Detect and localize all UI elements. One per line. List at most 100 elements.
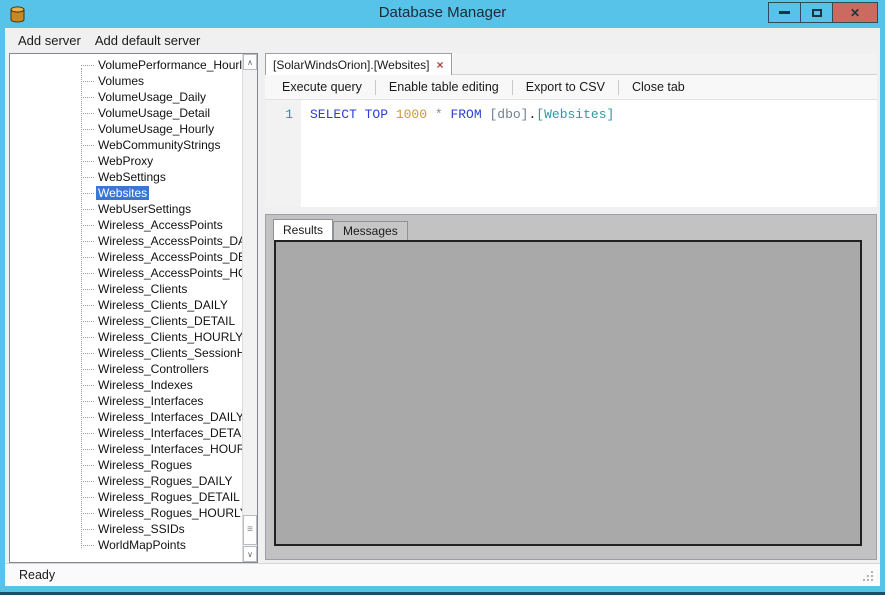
- tab-close-icon[interactable]: ×: [437, 58, 444, 72]
- tab-solarwindsorion-websites[interactable]: [SolarWindsOrion].[Websites] ×: [265, 53, 452, 75]
- tree-item[interactable]: Wireless_Rogues_DETAIL: [10, 489, 242, 505]
- tree-item[interactable]: WebProxy: [10, 153, 242, 169]
- tree-item-label[interactable]: Wireless_Rogues_HOURLY: [96, 506, 242, 520]
- execute-query-button[interactable]: Execute query: [271, 80, 373, 94]
- tree-item-label[interactable]: Wireless_Clients_DETAIL: [96, 314, 237, 328]
- tree-item-label[interactable]: Wireless_Indexes: [96, 378, 195, 392]
- tree-item[interactable]: Wireless_Clients_HOURLY: [10, 329, 242, 345]
- tree-item-label[interactable]: Wireless_Clients: [96, 282, 189, 296]
- tree-item[interactable]: VolumeUsage_Daily: [10, 89, 242, 105]
- tree-connector-icon: [81, 144, 94, 146]
- minimize-button[interactable]: [768, 2, 801, 23]
- tree-connector-icon: [81, 80, 94, 82]
- enable-table-editing-button[interactable]: Enable table editing: [378, 80, 510, 94]
- tree-item[interactable]: VolumeUsage_Detail: [10, 105, 242, 121]
- resize-grip-icon[interactable]: [871, 579, 873, 581]
- close-button[interactable]: ✕: [832, 2, 878, 23]
- tree-item-label[interactable]: Wireless_Rogues: [96, 458, 194, 472]
- tree-item-label[interactable]: Wireless_Interfaces: [96, 394, 205, 408]
- tree-item[interactable]: VolumeUsage_Hourly: [10, 121, 242, 137]
- tree-item[interactable]: Wireless_AccessPoints_DETAIL: [10, 249, 242, 265]
- tree-item[interactable]: WorldMapPoints: [10, 537, 242, 553]
- editor-results-splitter[interactable]: [265, 207, 877, 214]
- scroll-down-icon[interactable]: ∨: [243, 546, 257, 562]
- tree-item-label[interactable]: Wireless_Clients_DAILY: [96, 298, 230, 312]
- tree-connector-icon: [81, 496, 94, 498]
- tree-item[interactable]: WebCommunityStrings: [10, 137, 242, 153]
- scrollbar-thumb[interactable]: ≡: [243, 515, 257, 545]
- tree-item[interactable]: Wireless_SSIDs: [10, 521, 242, 537]
- tree-item[interactable]: Wireless_Clients_DAILY: [10, 297, 242, 313]
- tree-item[interactable]: VolumePerformance_Hourly: [10, 57, 242, 73]
- table-tree: VolumePerformance_Hourly Volumes VolumeUsa…: [10, 54, 242, 562]
- tree-item[interactable]: Wireless_Interfaces_HOURLY: [10, 441, 242, 457]
- tree-item-label[interactable]: Websites: [96, 186, 150, 200]
- tree-item-label[interactable]: WebProxy: [96, 154, 155, 168]
- tree-item[interactable]: Wireless_Clients_SessionHistory: [10, 345, 242, 361]
- tree-item-label[interactable]: WebCommunityStrings: [96, 138, 222, 152]
- tree-item-label[interactable]: Wireless_Rogues_DAILY: [96, 474, 235, 488]
- tree-item-label[interactable]: WorldMapPoints: [96, 538, 188, 552]
- tree-item-label[interactable]: WebUserSettings: [96, 202, 193, 216]
- tree-item-label[interactable]: Wireless_Interfaces_DAILY: [96, 410, 242, 424]
- tree-item[interactable]: Wireless_AccessPoints_HOURLY: [10, 265, 242, 281]
- tree-connector-icon: [81, 240, 94, 242]
- status-bar: Ready: [5, 563, 880, 586]
- tree-connector-icon: [81, 416, 94, 418]
- tree-item-label[interactable]: WebSettings: [96, 170, 168, 184]
- tree-item-label[interactable]: VolumeUsage_Hourly: [96, 122, 216, 136]
- close-tab-button[interactable]: Close tab: [621, 80, 696, 94]
- export-to-csv-button[interactable]: Export to CSV: [515, 80, 616, 94]
- tree-item-label[interactable]: Wireless_AccessPoints: [96, 218, 225, 232]
- tree-connector-icon: [81, 368, 94, 370]
- tree-item[interactable]: Wireless_AccessPoints_DAILY: [10, 233, 242, 249]
- tree-item[interactable]: Wireless_Rogues_HOURLY: [10, 505, 242, 521]
- menu-item-add-server[interactable]: Add server: [11, 30, 88, 51]
- menu-item-add-default-server[interactable]: Add default server: [88, 30, 208, 51]
- tree-item-label[interactable]: Wireless_Interfaces_DETAIL: [96, 426, 242, 440]
- tree-connector-icon: [81, 384, 94, 386]
- tree-item-label[interactable]: Volumes: [96, 74, 146, 88]
- results-tab-results[interactable]: Results: [273, 219, 334, 240]
- tree-item[interactable]: Wireless_Clients: [10, 281, 242, 297]
- tree-scrollbar[interactable]: ∧ ≡ ∨: [242, 54, 257, 562]
- tree-item[interactable]: Wireless_Rogues_DAILY: [10, 473, 242, 489]
- results-tab-messages[interactable]: Messages: [333, 221, 408, 240]
- query-toolbar: Execute query Enable table editing Export …: [265, 75, 877, 100]
- tree-item[interactable]: Wireless_Rogues: [10, 457, 242, 473]
- tree-item[interactable]: Wireless_Interfaces_DETAIL: [10, 425, 242, 441]
- tree-item-label[interactable]: Wireless_Interfaces_HOURLY: [96, 442, 242, 456]
- sql-code-area[interactable]: SELECT TOP 1000 * FROM [dbo].[Websites]: [301, 100, 877, 207]
- panel-splitter[interactable]: [258, 53, 265, 563]
- tree-connector-icon: [81, 224, 94, 226]
- tree-item-label[interactable]: VolumePerformance_Hourly: [96, 58, 242, 72]
- tree-item-label[interactable]: VolumeUsage_Detail: [96, 106, 212, 120]
- app-body: Add server Add default server VolumePerfo…: [5, 28, 880, 586]
- tree-item-label[interactable]: Wireless_Rogues_DETAIL: [96, 490, 242, 504]
- tree-item[interactable]: Wireless_AccessPoints: [10, 217, 242, 233]
- scroll-up-icon[interactable]: ∧: [243, 54, 257, 70]
- tree-item[interactable]: Wireless_Clients_DETAIL: [10, 313, 242, 329]
- tree-item[interactable]: Wireless_Interfaces: [10, 393, 242, 409]
- tree-item[interactable]: WebSettings: [10, 169, 242, 185]
- tree-connector-icon: [81, 400, 94, 402]
- tree-item-label[interactable]: Wireless_Clients_HOURLY: [96, 330, 242, 344]
- tree-item[interactable]: Wireless_Indexes: [10, 377, 242, 393]
- query-tabstrip: [SolarWindsOrion].[Websites] ×: [265, 53, 877, 75]
- scrollbar-track[interactable]: ≡: [243, 70, 257, 546]
- tree-item[interactable]: Wireless_Interfaces_DAILY: [10, 409, 242, 425]
- tree-item[interactable]: Volumes: [10, 73, 242, 89]
- tree-connector-icon: [81, 176, 94, 178]
- tree-item-label[interactable]: Wireless_Clients_SessionHistory: [96, 346, 242, 360]
- tree-item[interactable]: WebUserSettings: [10, 201, 242, 217]
- tree-item-label[interactable]: VolumeUsage_Daily: [96, 90, 208, 104]
- tree-item-label[interactable]: Wireless_Controllers: [96, 362, 211, 376]
- tree-item-label[interactable]: Wireless_AccessPoints_DETAIL: [96, 250, 242, 264]
- tree-item-label[interactable]: Wireless_AccessPoints_DAILY: [96, 234, 242, 248]
- tree-connector-icon: [81, 96, 94, 98]
- tree-item-label[interactable]: Wireless_AccessPoints_HOURLY: [96, 266, 242, 280]
- tree-item-label[interactable]: Wireless_SSIDs: [96, 522, 187, 536]
- tree-item[interactable]: Wireless_Controllers: [10, 361, 242, 377]
- tree-item[interactable]: Websites: [10, 185, 242, 201]
- maximize-button[interactable]: [800, 2, 833, 23]
